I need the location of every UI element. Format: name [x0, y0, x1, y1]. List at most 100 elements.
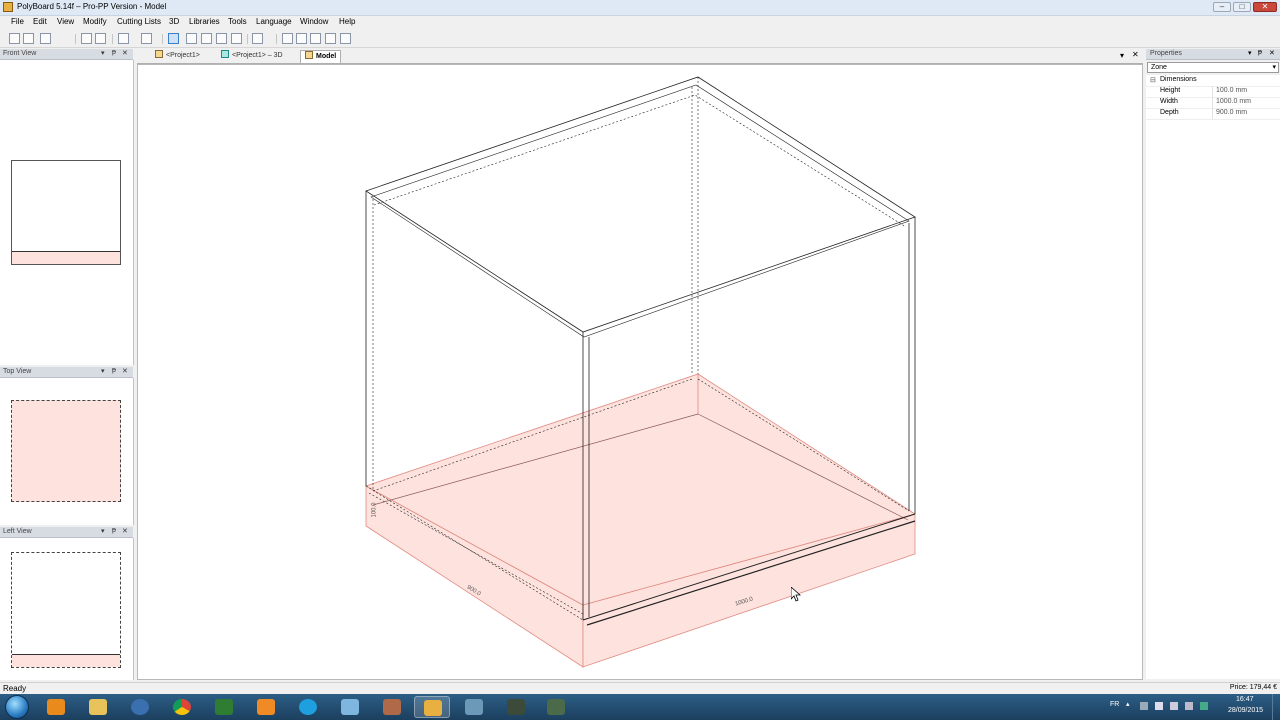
cube-icon[interactable] — [186, 33, 197, 44]
tab-model[interactable]: Model — [300, 50, 342, 63]
properties-grid: ⊟ Dimensions Height 100.0 mm Width 1000.… — [1146, 75, 1280, 679]
view-3d-icon[interactable] — [216, 33, 227, 44]
panel-pin-icon[interactable]: ᵽ — [112, 367, 116, 374]
undo-icon[interactable] — [118, 33, 129, 44]
panel-pin-icon[interactable]: ᵽ — [1258, 49, 1262, 56]
taskbar-media-player[interactable] — [38, 696, 74, 718]
panel-dropdown-icon[interactable]: ▾ — [101, 527, 105, 535]
property-value[interactable]: 100.0 mm — [1216, 87, 1247, 94]
panel-dropdown-icon[interactable]: ▾ — [1248, 49, 1252, 57]
tab-list-dropdown-icon[interactable]: ▾ — [1120, 51, 1124, 60]
chevron-down-icon: ▾ — [1272, 64, 1276, 71]
panel-close-icon[interactable]: ✕ — [122, 49, 128, 57]
recorder-icon — [547, 699, 565, 715]
status-bar: Ready Price: 179,44 € — [0, 682, 1280, 694]
property-value[interactable]: 900.0 mm — [1216, 109, 1247, 116]
taskbar-paint-tool[interactable] — [374, 696, 410, 718]
start-button[interactable] — [5, 695, 29, 719]
taskbar-polyboard-blue[interactable] — [332, 696, 368, 718]
taskbar-opticut[interactable] — [498, 696, 534, 718]
tab-project1-3d[interactable]: <Project1> – 3D — [217, 50, 287, 62]
taskbar-g-app[interactable] — [248, 696, 284, 718]
g-app-icon — [257, 699, 275, 715]
zoom-in-icon[interactable] — [282, 33, 293, 44]
tray-arrow-icon[interactable]: ▴ — [1126, 700, 1130, 708]
taskbar-skype[interactable] — [290, 696, 326, 718]
menu-libraries[interactable]: Libraries — [188, 17, 221, 26]
top-view-panel — [0, 378, 134, 525]
flag-icon[interactable] — [1155, 702, 1163, 710]
zoom-out-icon[interactable] — [296, 33, 307, 44]
taskbar-file-explorer[interactable] — [80, 696, 116, 718]
panel-close-icon[interactable]: ✕ — [1269, 49, 1275, 57]
save-icon[interactable] — [40, 33, 51, 44]
property-divider — [1212, 86, 1213, 97]
pan-icon[interactable] — [340, 33, 351, 44]
top-view-thumbnail[interactable] — [11, 400, 121, 502]
menu-edit[interactable]: Edit — [32, 17, 48, 26]
zoom-window-icon[interactable] — [325, 33, 336, 44]
panel-pin-icon[interactable]: ᵽ — [112, 49, 116, 56]
menu-cutting-lists[interactable]: Cutting Lists — [116, 17, 162, 26]
maximize-button[interactable]: □ — [1233, 2, 1251, 12]
left-view-zone — [12, 654, 120, 667]
redo-icon[interactable] — [141, 33, 152, 44]
property-row-depth[interactable]: Depth 900.0 mm — [1146, 108, 1280, 120]
open-icon[interactable] — [23, 33, 34, 44]
tray-app-icon[interactable] — [1140, 702, 1148, 710]
menu-modify[interactable]: Modify — [82, 17, 108, 26]
menu-3d[interactable]: 3D — [168, 17, 180, 26]
object-selector-dropdown[interactable]: Zone ▾ — [1147, 62, 1279, 73]
clock-time[interactable]: 16:47 — [1236, 696, 1254, 703]
network-icon[interactable] — [1170, 702, 1178, 710]
taskbar-chrome[interactable] — [164, 696, 200, 718]
chrome-icon — [173, 699, 191, 715]
panel-dropdown-icon[interactable]: ▾ — [101, 49, 105, 57]
panel-close-icon[interactable]: ✕ — [122, 367, 128, 375]
collapse-icon[interactable]: ⊟ — [1150, 76, 1156, 84]
polyboard-app-icon[interactable] — [3, 2, 13, 12]
menu-tools[interactable]: Tools — [227, 17, 248, 26]
print-preview-icon[interactable] — [95, 33, 106, 44]
multi-view-icon[interactable] — [201, 33, 212, 44]
title-bar: PolyBoard 5.14f – Pro-PP Version - Model… — [0, 0, 1280, 16]
print-icon[interactable] — [81, 33, 92, 44]
zoom-extents-icon[interactable] — [310, 33, 321, 44]
model-viewport[interactable]: 100.0 900.0 1000.0 — [137, 64, 1143, 680]
new-icon[interactable] — [9, 33, 20, 44]
taskbar-polyboard[interactable] — [414, 696, 450, 718]
tab-project1[interactable]: <Project1> — [151, 50, 204, 62]
property-group-label: Dimensions — [1160, 76, 1197, 83]
panel-dropdown-icon[interactable]: ▾ — [101, 367, 105, 375]
close-button[interactable]: ✕ — [1253, 2, 1277, 12]
info-icon[interactable] — [252, 33, 263, 44]
panel-pin-icon[interactable]: ᵽ — [112, 527, 116, 534]
menu-file[interactable]: File — [10, 17, 25, 26]
taskbar-recorder[interactable] — [538, 696, 574, 718]
tray-status-icon[interactable] — [1200, 702, 1208, 710]
left-view-thumbnail[interactable] — [11, 552, 121, 668]
toolbar-separator — [162, 34, 163, 44]
front-view-thumbnail[interactable] — [11, 160, 121, 265]
menu-language[interactable]: Language — [255, 17, 293, 26]
taskbar-thunderbird[interactable] — [122, 696, 158, 718]
views-icon[interactable] — [231, 33, 242, 44]
document-close-icon[interactable]: ✕ — [1132, 50, 1139, 59]
menu-help[interactable]: Help — [338, 17, 356, 26]
tab-label: Model — [316, 53, 337, 60]
taskbar: FR ▴ 16:47 28/09/2015 — [0, 694, 1280, 720]
taskbar-excel[interactable] — [206, 696, 242, 718]
panel-close-icon[interactable]: ✕ — [122, 527, 128, 535]
select-icon[interactable] — [168, 33, 179, 44]
show-desktop-button[interactable] — [1272, 694, 1280, 720]
menu-view[interactable]: View — [56, 17, 75, 26]
clock-date[interactable]: 28/09/2015 — [1228, 707, 1263, 714]
menu-window[interactable]: Window — [299, 17, 329, 26]
taskbar-vmware[interactable] — [456, 696, 492, 718]
left-view-panel — [0, 538, 134, 680]
property-value[interactable]: 1000.0 mm — [1216, 98, 1251, 105]
tab-label: <Project1> — [166, 52, 200, 59]
minimize-button[interactable]: – — [1213, 2, 1231, 12]
language-indicator[interactable]: FR — [1110, 701, 1119, 708]
volume-icon[interactable] — [1185, 702, 1193, 710]
